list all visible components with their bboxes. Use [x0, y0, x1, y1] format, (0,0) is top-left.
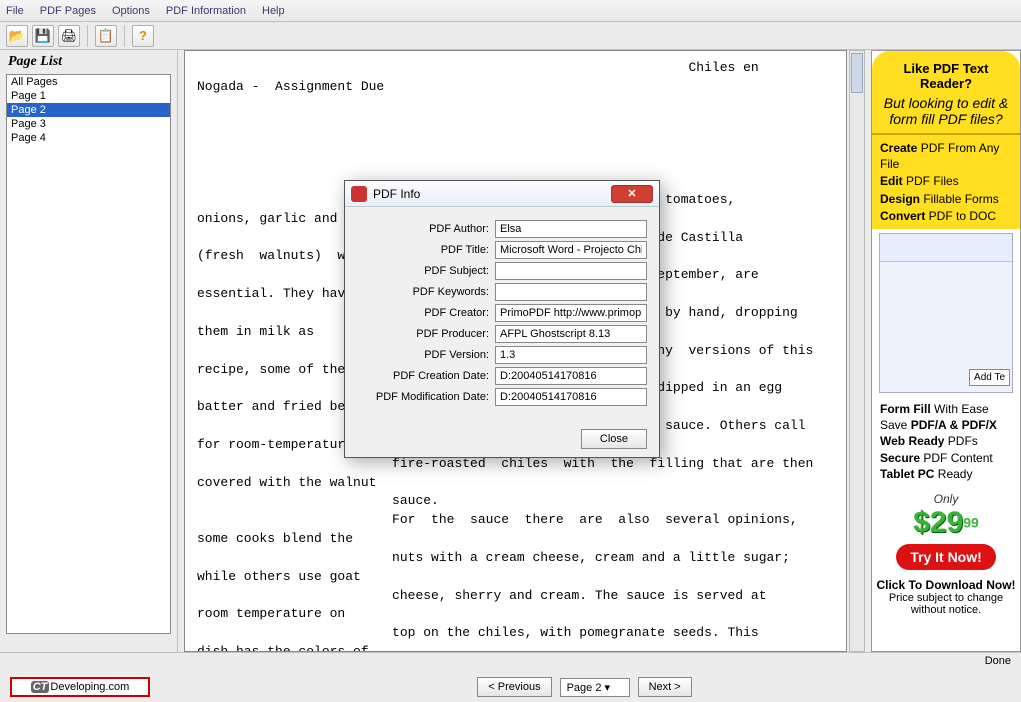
page-item-4[interactable]: Page 4: [7, 131, 170, 145]
open-button[interactable]: 📂: [6, 25, 28, 47]
menu-options[interactable]: Options: [112, 5, 150, 17]
toolbar-separator: [124, 25, 125, 47]
keywords-field[interactable]: [495, 283, 647, 301]
menu-pdf-pages[interactable]: PDF Pages: [40, 5, 96, 17]
page-list[interactable]: All Pages Page 1 Page 2 Page 3 Page 4: [6, 74, 171, 634]
version-label: PDF Version:: [357, 349, 489, 361]
page-item-2[interactable]: Page 2: [7, 103, 170, 117]
save-icon: 💾: [35, 28, 51, 44]
status-bar: Done: [0, 652, 1021, 672]
dialog-titlebar[interactable]: PDF Info ✕: [345, 181, 659, 207]
subject-field[interactable]: [495, 262, 647, 280]
ctdeveloping-logo[interactable]: CTDeveloping.com: [10, 677, 150, 697]
ad-subhead: But looking to edit & form fill PDF file…: [880, 95, 1012, 127]
creator-field[interactable]: [495, 304, 647, 322]
title-field[interactable]: [495, 241, 647, 259]
modified-label: PDF Modification Date:: [357, 391, 489, 403]
print-button[interactable]: 🖨: [58, 25, 80, 47]
ad-features: Create PDF From Any File Edit PDF Files …: [872, 135, 1020, 229]
page-select[interactable]: Page 2 ▾: [560, 678, 630, 697]
dialog-title: PDF Info: [373, 187, 611, 201]
created-field[interactable]: [495, 367, 647, 385]
page-item-3[interactable]: Page 3: [7, 117, 170, 131]
ad-disclaimer: Price subject to change without notice.: [876, 592, 1016, 616]
folder-open-icon: 📂: [9, 28, 25, 44]
producer-field[interactable]: [495, 325, 647, 343]
ad-headline: Like PDF Text Reader?: [880, 61, 1012, 91]
help-button[interactable]: ?: [132, 25, 154, 47]
page-item-all[interactable]: All Pages: [7, 75, 170, 89]
ad-panel: Like PDF Text Reader? But looking to edi…: [871, 50, 1021, 652]
producer-label: PDF Producer:: [357, 328, 489, 340]
ad-add-text-button: Add Te: [969, 369, 1010, 386]
download-link[interactable]: Click To Download Now!: [876, 578, 1016, 592]
ad-benefits: Form Fill With Ease Save PDF/A & PDF/X W…: [872, 397, 1020, 486]
pagelist-title: Page List: [8, 54, 171, 70]
vertical-scrollbar[interactable]: [849, 50, 865, 652]
nav-bar: CTDeveloping.com < Previous Page 2 ▾ Nex…: [0, 672, 1021, 702]
status-text: Done: [985, 655, 1011, 667]
help-icon: ?: [139, 28, 147, 43]
app-icon: [351, 186, 367, 202]
close-icon[interactable]: ✕: [611, 185, 653, 203]
ad-price: Only $2999: [913, 492, 979, 540]
save-button[interactable]: 💾: [32, 25, 54, 47]
page-item-1[interactable]: Page 1: [7, 89, 170, 103]
author-field[interactable]: [495, 220, 647, 238]
menu-file[interactable]: File: [6, 5, 24, 17]
toolbar: 📂 💾 🖨 📋 ?: [0, 22, 1021, 50]
created-label: PDF Creation Date:: [357, 370, 489, 382]
copy-button[interactable]: 📋: [95, 25, 117, 47]
subject-label: PDF Subject:: [357, 265, 489, 277]
version-field[interactable]: [495, 346, 647, 364]
keywords-label: PDF Keywords:: [357, 286, 489, 298]
modified-field[interactable]: [495, 388, 647, 406]
menu-help[interactable]: Help: [262, 5, 285, 17]
creator-label: PDF Creator:: [357, 307, 489, 319]
print-icon: 🖨: [61, 28, 78, 44]
close-button[interactable]: Close: [581, 429, 647, 449]
copy-icon: 📋: [98, 28, 114, 44]
toolbar-separator: [87, 25, 88, 47]
next-button[interactable]: Next >: [638, 677, 692, 697]
menu-bar: File PDF Pages Options PDF Information H…: [0, 0, 1021, 22]
menu-pdf-information[interactable]: PDF Information: [166, 5, 246, 17]
sidebar: Page List All Pages Page 1 Page 2 Page 3…: [0, 50, 178, 652]
ad-screenshot: Add Te: [879, 233, 1013, 393]
prev-button[interactable]: < Previous: [477, 677, 551, 697]
author-label: PDF Author:: [357, 223, 489, 235]
scrollbar-thumb[interactable]: [851, 53, 863, 93]
pdf-info-dialog: PDF Info ✕ PDF Author: PDF Title: PDF Su…: [344, 180, 660, 458]
title-label: PDF Title:: [357, 244, 489, 256]
try-it-now-button[interactable]: Try It Now!: [896, 544, 996, 570]
